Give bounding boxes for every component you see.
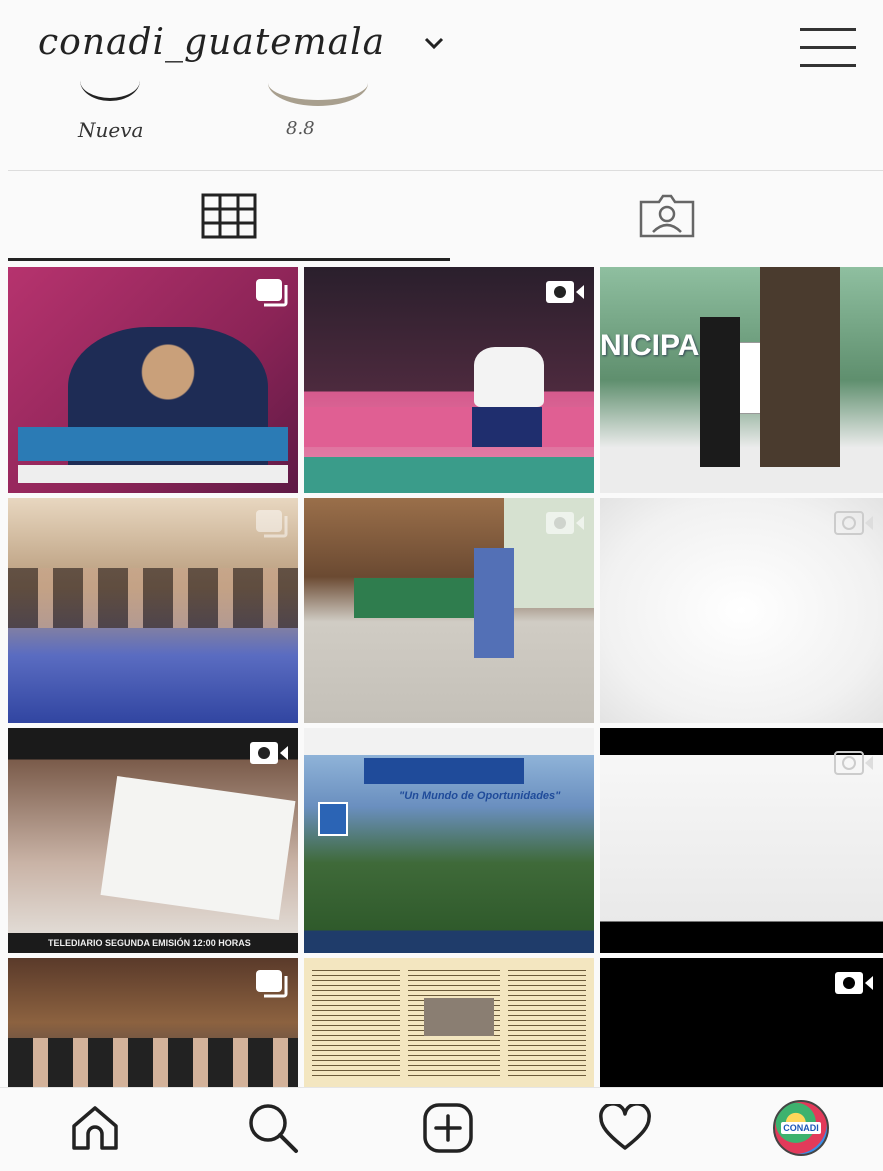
person-figure (700, 317, 740, 467)
carousel-icon (256, 279, 288, 307)
accessibility-sign (318, 802, 348, 836)
carousel-icon (256, 510, 288, 538)
home-icon (72, 1106, 118, 1150)
bottom-navigation: CONADI (0, 1087, 883, 1171)
tv-lower-third (18, 427, 288, 461)
post-thumbnail[interactable]: "Un Mundo de Oportunidades" (304, 728, 594, 953)
post-thumbnail[interactable] (8, 958, 298, 1087)
post-thumbnail[interactable] (304, 267, 594, 493)
highlight-ring[interactable] (268, 60, 368, 106)
nav-activity-button[interactable] (590, 1098, 660, 1158)
video-icon (546, 281, 584, 303)
highlight-ring[interactable] (80, 60, 140, 101)
post-thumbnail[interactable] (304, 958, 594, 1087)
grid-icon (201, 193, 257, 239)
post-overlay-text: TELEDIARIO SEGUNDA EMISIÓN 12:00 HORAS (8, 933, 298, 953)
tab-posts-grid[interactable] (8, 171, 450, 261)
profile-tabs (0, 171, 883, 263)
video-icon (834, 511, 873, 535)
profile-avatar: CONADI (773, 1100, 829, 1156)
heart-icon (599, 1104, 651, 1150)
text-column (312, 966, 400, 1076)
post-overlay-text: NICIPA (600, 329, 700, 362)
avatar-text: CONADI (781, 1122, 821, 1134)
post-thumbnail[interactable] (600, 728, 883, 953)
video-icon (834, 751, 873, 775)
document-paper (100, 776, 296, 920)
court-floor (304, 457, 594, 493)
post-thumbnail[interactable] (8, 267, 298, 493)
banner (364, 758, 524, 784)
player-shirt (474, 347, 544, 407)
add-post-icon (423, 1103, 473, 1153)
post-thumbnail[interactable]: TELEDIARIO SEGUNDA EMISIÓN 12:00 HORAS (8, 728, 298, 953)
post-thumbnail[interactable] (600, 958, 883, 1087)
post-overlay-text: "Un Mundo de Oportunidades" (399, 790, 561, 802)
player-shorts (472, 407, 542, 447)
post-thumbnail[interactable] (600, 498, 883, 723)
nav-home-button[interactable] (60, 1098, 130, 1158)
tab-tagged[interactable] (450, 171, 883, 261)
table-cloth (354, 578, 474, 618)
highlight-label: Nueva (78, 118, 144, 142)
profile-username[interactable]: conadi_guatemala (38, 22, 385, 63)
chevron-down-icon[interactable] (423, 36, 445, 50)
nav-new-post-button[interactable] (413, 1098, 483, 1158)
audience (8, 1038, 298, 1087)
audience (8, 568, 298, 628)
search-icon (249, 1104, 298, 1153)
nav-search-button[interactable] (238, 1098, 308, 1158)
video-icon (546, 512, 584, 534)
active-tab-indicator (8, 258, 450, 261)
story-highlights: Nueva 8.8 (0, 90, 883, 170)
speaker-figure (474, 548, 514, 658)
court-banner (304, 407, 594, 447)
highlight-label: 8.8 (286, 118, 315, 139)
newsletter-photo (424, 998, 494, 1036)
text-column (508, 966, 586, 1076)
tagged-photos-icon (639, 194, 694, 238)
carousel-icon (256, 970, 288, 998)
tv-banner (18, 465, 288, 483)
post-thumbnail[interactable] (304, 498, 594, 723)
video-icon (250, 742, 288, 764)
video-icon (835, 972, 873, 994)
hamburger-menu-icon[interactable] (800, 28, 856, 68)
post-thumbnail[interactable]: NICIPA (600, 267, 883, 493)
person-figure (760, 267, 840, 467)
nav-profile-button[interactable]: CONADI (766, 1098, 836, 1158)
posts-grid: NICIPA TELEDIARIO SEGUNDA EMISIÓN 12:00 … (8, 267, 883, 1087)
post-thumbnail[interactable] (8, 498, 298, 723)
